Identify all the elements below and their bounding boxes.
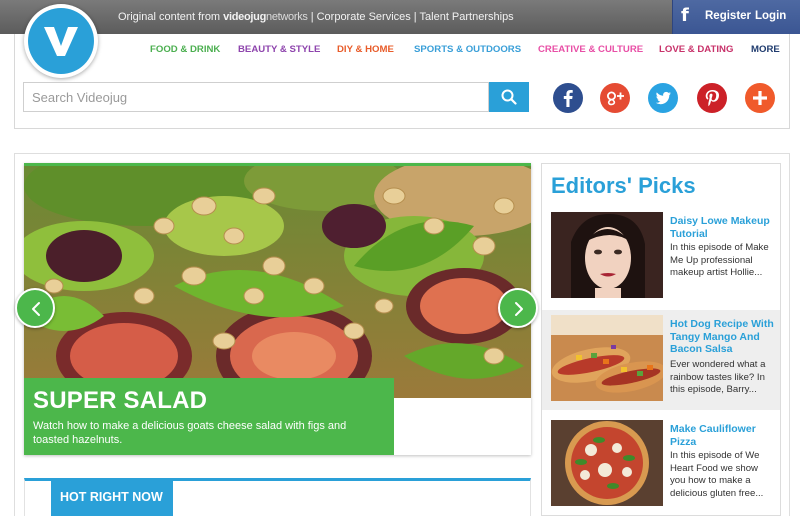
facebook-icon: f [681,5,689,26]
chevron-left-icon [32,302,40,316]
pick-description: Ever wondered what a rainbow tastes like… [670,359,766,395]
pick-thumbnail[interactable] [551,315,663,401]
brand-light-text: networks [266,11,308,23]
pick-thumbnail[interactable] [551,212,663,298]
twitter-icon [648,83,678,113]
makeup-portrait-image [551,212,663,298]
pinterest-share-button[interactable] [697,83,727,113]
videojug-logo[interactable] [24,4,98,78]
hot-right-now-tab[interactable]: HOT RIGHT NOW [51,481,173,516]
search-input[interactable] [23,82,489,112]
pick-item-hot-dog[interactable]: Hot Dog Recipe With Tangy Mango And Baco… [542,310,780,410]
editors-picks: Editors' Picks Daisy Lowe Makeup Tutoria… [541,163,781,516]
search-button[interactable] [489,82,529,112]
hero-caption[interactable]: SUPER SALAD Watch how to make a deliciou… [24,378,394,455]
videojug-networks-logo[interactable]: videojugnetworks [223,11,308,23]
top-bar: Original content from videojugnetworks |… [0,0,800,34]
facebook-share-button[interactable] [553,83,583,113]
corporate-talent-links[interactable]: | Corporate Services | Talent Partnershi… [311,11,514,23]
logo-v-icon [44,27,78,56]
network-links: Original content from videojugnetworks |… [118,11,514,23]
register-link[interactable]: Register [705,10,751,22]
slider-next-button[interactable] [498,288,538,328]
nav-sports-outdoors[interactable]: SPORTS & OUTDOORS [414,44,521,55]
nav-beauty-style[interactable]: BEAUTY & STYLE [238,44,320,55]
twitter-share-button[interactable] [648,83,678,113]
nav-creative-culture[interactable]: CREATIVE & CULTURE [538,44,643,55]
facebook-icon [553,83,583,113]
pick-item-cauliflower-pizza[interactable]: Make Cauliflower Pizza In this episode o… [542,415,780,515]
hero-slider[interactable]: SUPER SALAD Watch how to make a deliciou… [24,163,531,455]
facebook-login-box[interactable]: f Register Login [672,0,800,34]
pick-title[interactable]: Daisy Lowe Makeup Tutorial [670,215,776,240]
nav-food-drink[interactable]: FOOD & DRINK [150,44,220,55]
nav-love-dating[interactable]: LOVE & DATING [659,44,733,55]
pick-description: In this episode of We Heart Food we show… [670,450,764,499]
pick-item-daisy-lowe[interactable]: Daisy Lowe Makeup Tutorial In this episo… [542,207,780,307]
editors-picks-title: Editors' Picks [551,173,696,198]
cauliflower-pizza-image [551,420,663,506]
logo-circle [28,8,94,74]
pinterest-icon [697,83,727,113]
pick-title[interactable]: Hot Dog Recipe With Tangy Mango And Baco… [670,318,776,356]
chevron-right-icon [515,302,523,316]
salad-image [24,166,531,398]
hot-dog-image [551,315,663,401]
brand-bold-text: videojug [223,11,266,23]
hot-right-now-label: HOT RIGHT NOW [60,490,163,504]
slider-prev-button[interactable] [15,288,55,328]
original-content-text: Original content from [118,11,221,23]
search-icon [501,89,517,105]
nav-diy-home[interactable]: DIY & HOME [337,44,394,55]
more-share-button[interactable] [745,83,775,113]
hot-right-now-section: HOT RIGHT NOW [24,478,531,516]
login-link[interactable]: Login [755,10,786,22]
google-plus-icon [600,83,630,113]
hero-title: SUPER SALAD [33,387,208,414]
pick-title[interactable]: Make Cauliflower Pizza [670,423,776,448]
pick-description: In this episode of Make Me Up profession… [670,242,769,278]
pick-thumbnail[interactable] [551,420,663,506]
google-plus-share-button[interactable] [600,83,630,113]
nav-more[interactable]: MORE [751,44,780,55]
share-plus-icon [745,83,775,113]
hero-description: Watch how to make a delicious goats chee… [33,420,347,446]
